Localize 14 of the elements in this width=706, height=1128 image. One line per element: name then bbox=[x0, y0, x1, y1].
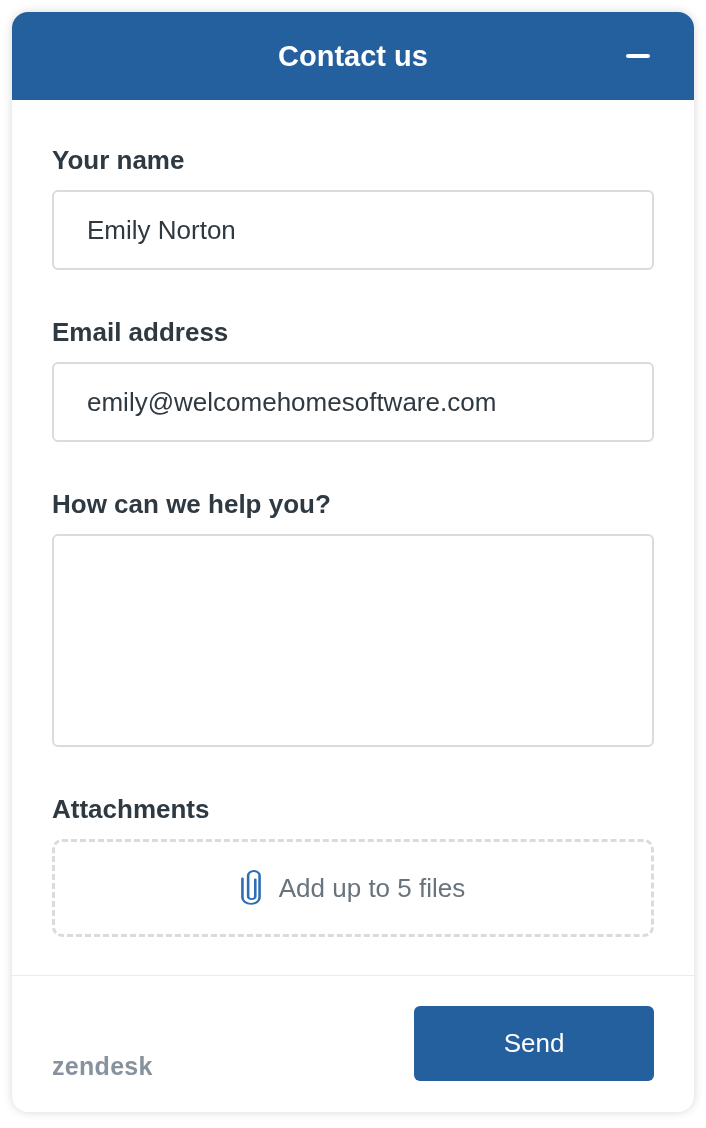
minimize-button[interactable] bbox=[626, 54, 650, 58]
input-field[interactable]: emily@welcomehomesoftware.com bbox=[52, 362, 654, 442]
send-button[interactable]: Send bbox=[414, 1006, 654, 1081]
field-label: Email address bbox=[52, 317, 229, 347]
message-field[interactable] bbox=[52, 534, 654, 747]
widget-title: Contact us bbox=[278, 39, 428, 74]
input-field[interactable]: Emily Norton bbox=[52, 190, 654, 270]
minimize-icon bbox=[626, 54, 650, 58]
field-label: How can we help you? bbox=[52, 489, 331, 519]
field-label: Attachments bbox=[52, 794, 210, 824]
field-label: Your name bbox=[52, 145, 185, 175]
file-dropzone[interactable]: Add up to 5 files bbox=[52, 839, 654, 937]
brand-logo: zendesk bbox=[52, 1053, 153, 1079]
paperclip-icon bbox=[240, 870, 261, 906]
